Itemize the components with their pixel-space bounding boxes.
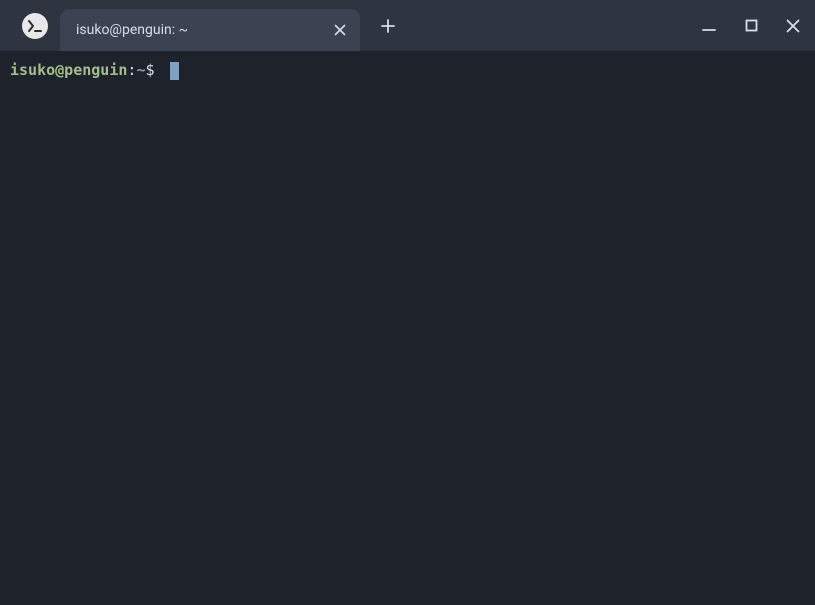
terminal-cursor (170, 62, 179, 80)
terminal-icon (27, 18, 43, 34)
terminal-app-icon (22, 13, 48, 39)
titlebar: isuko@penguin: ~ (0, 0, 815, 51)
close-icon (334, 24, 346, 36)
minimize-icon (702, 19, 716, 33)
prompt-user-host: isuko@penguin (10, 61, 127, 81)
prompt-symbol: $ (145, 61, 163, 81)
maximize-icon (745, 19, 758, 32)
tab-close-button[interactable] (330, 20, 350, 40)
tab-title: isuko@penguin: ~ (76, 22, 330, 38)
maximize-button[interactable] (739, 14, 763, 38)
prompt-separator: : (127, 61, 136, 81)
new-tab-button[interactable] (374, 12, 402, 40)
tab-active[interactable]: isuko@penguin: ~ (60, 9, 360, 51)
window-controls (697, 0, 805, 51)
minimize-button[interactable] (697, 14, 721, 38)
terminal-body[interactable]: isuko@penguin:~$ (0, 51, 815, 605)
close-icon (786, 19, 800, 33)
close-window-button[interactable] (781, 14, 805, 38)
plus-icon (381, 19, 395, 33)
prompt-path: ~ (136, 61, 145, 81)
prompt-line: isuko@penguin:~$ (10, 61, 805, 81)
